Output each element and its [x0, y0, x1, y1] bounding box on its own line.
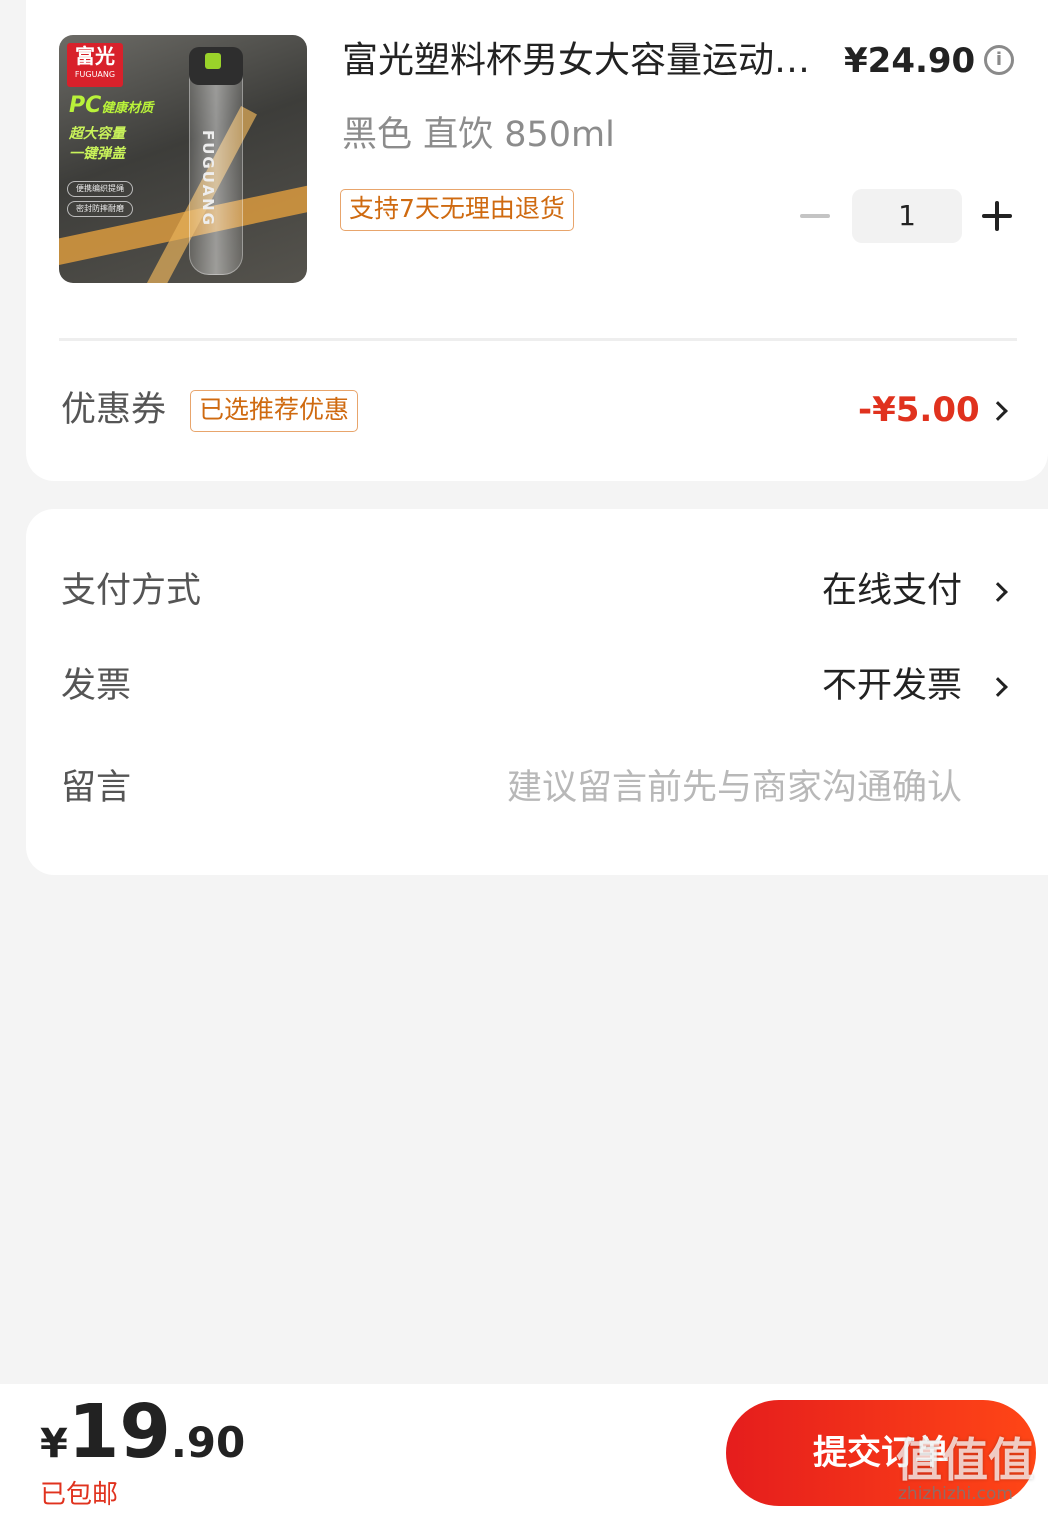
coupon-selected-badge: 已选推荐优惠 [190, 390, 359, 432]
total-currency: ¥ [40, 1421, 68, 1467]
thumbnail-pill: 密封防摔耐磨 [67, 201, 133, 217]
checkout-bar: ¥19.90 已包邮 提交订单 值值值 zhizhizhi.com [0, 1384, 1048, 1513]
total-decimal: .90 [170, 1418, 246, 1467]
quantity-increase-button[interactable] [982, 201, 1012, 231]
product-title[interactable]: 富光塑料杯男女大容量运动水杯 [342, 38, 812, 84]
product-card: FUGUANG 富光 FUGUANG PC健康材质 超大容量 一键弹盖 便携编织… [26, 0, 1048, 481]
bottle-cap-button [205, 53, 221, 69]
thumbnail-pc-text: PC健康材质 [69, 93, 153, 118]
chevron-right-icon[interactable] [988, 582, 1008, 602]
thumbnail-line: 一键弹盖 [69, 146, 125, 162]
order-total: ¥19.90 [40, 1392, 245, 1472]
coupon-label: 优惠券 [61, 390, 167, 430]
chevron-right-icon[interactable] [988, 677, 1008, 697]
invoice-label: 发票 [61, 666, 132, 706]
message-input[interactable]: 建议留言前先与商家沟通确认 [507, 765, 962, 811]
product-variant[interactable]: 黑色 直饮 850ml [342, 112, 615, 158]
message-label: 留言 [61, 768, 132, 808]
coupon-discount-value[interactable]: -¥5.00 [858, 387, 980, 433]
thumbnail-pill: 便携编织提绳 [67, 181, 133, 197]
watermark: 值值值 [896, 1433, 1034, 1487]
quantity-decrease-button[interactable] [800, 214, 830, 218]
info-icon[interactable]: i [984, 45, 1014, 75]
product-thumbnail[interactable]: FUGUANG 富光 FUGUANG PC健康材质 超大容量 一键弹盖 便携编织… [59, 35, 307, 283]
quantity-input[interactable]: 1 [852, 189, 962, 243]
watermark-url: zhizhizhi.com [898, 1484, 1013, 1504]
return-policy-badge: 支持7天无理由退货 [340, 189, 574, 231]
chevron-right-icon[interactable] [988, 401, 1008, 421]
brand-logo: 富光 FUGUANG [67, 43, 123, 87]
pc-label: PC [69, 93, 102, 118]
brand-logo-en: FUGUANG [74, 70, 116, 79]
thumbnail-line: 超大容量 [69, 126, 125, 142]
payment-method-label: 支付方式 [61, 571, 202, 611]
divider [59, 338, 1017, 341]
order-options-card: 支付方式 在线支付 发票 不开发票 留言 建议留言前先与商家沟通确认 [26, 509, 1048, 875]
payment-method-value[interactable]: 在线支付 [822, 568, 962, 614]
invoice-value[interactable]: 不开发票 [822, 663, 962, 709]
brand-logo-cn: 富光 [75, 44, 115, 68]
total-integer: 19 [67, 1389, 171, 1475]
pc-suffix: 健康材质 [101, 101, 154, 116]
product-price: ¥24.90 [844, 41, 976, 81]
free-shipping-label: 已包邮 [40, 1480, 119, 1510]
bottle-brand-text: FUGUANG [199, 130, 217, 227]
